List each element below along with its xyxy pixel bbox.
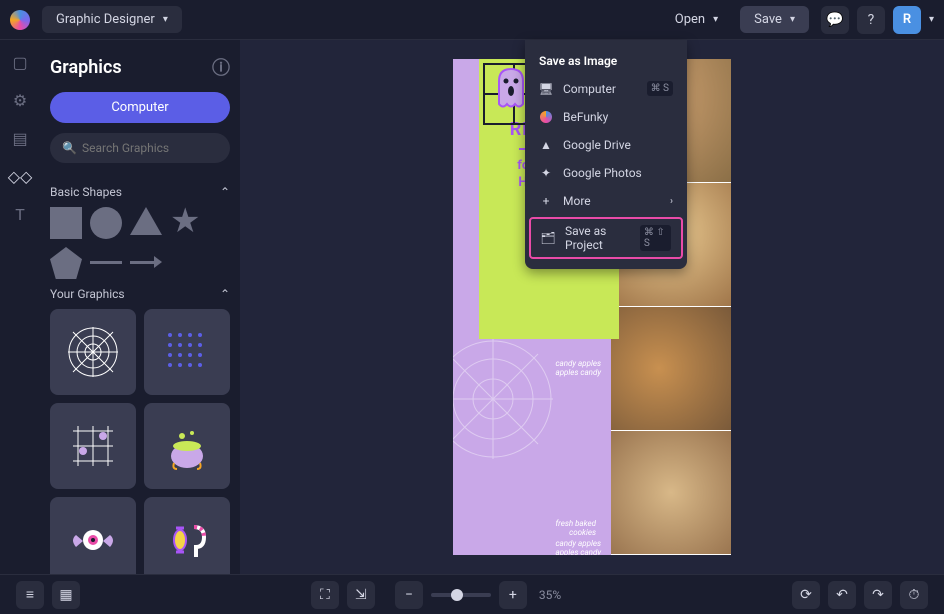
text-tool-icon[interactable]: T xyxy=(10,204,30,224)
image-caption: fresh baked cookies xyxy=(555,519,596,537)
panel-title: Graphics xyxy=(50,57,122,78)
open-button[interactable]: Open ▾ xyxy=(661,6,732,33)
graphics-panel: Graphics ⓘ Computer 🔍 Basic Shapes ⌃ ★ Y… xyxy=(40,40,240,574)
undo-icon[interactable]: ↶ xyxy=(828,581,856,609)
menu-item-google-photos[interactable]: ✦ Google Photos xyxy=(525,159,687,187)
arrow-shape[interactable] xyxy=(130,247,162,279)
google-photos-icon: ✦ xyxy=(539,166,553,180)
food-image xyxy=(611,307,731,431)
zoom-percentage: 35% xyxy=(539,588,561,602)
save-button[interactable]: Save ▾ xyxy=(740,6,809,33)
menu-item-save-project[interactable]: 🗂 Save as Project ⌘ ⇧ S xyxy=(529,217,683,259)
menu-section-header: Save as Image xyxy=(525,48,687,74)
refresh-icon[interactable]: ⟳ xyxy=(792,581,820,609)
adjust-tool-icon[interactable]: ⚙ xyxy=(10,90,30,110)
your-graphics-header[interactable]: Your Graphics ⌃ xyxy=(50,287,230,301)
menu-item-google-drive[interactable]: ▲ Google Drive xyxy=(525,131,687,159)
food-image xyxy=(611,431,731,555)
open-label: Open xyxy=(675,12,705,27)
save-dropdown-menu: Save as Image 🖥 Computer ⌘ S BeFunky ▲ G… xyxy=(525,40,687,269)
plus-icon: + xyxy=(539,194,553,208)
basic-shapes-header[interactable]: Basic Shapes ⌃ xyxy=(50,185,230,199)
befunky-icon xyxy=(539,110,553,124)
template-tool-icon[interactable]: ▤ xyxy=(10,128,30,148)
chevron-right-icon: › xyxy=(670,196,673,207)
bottom-toolbar: ≡ ▦ ⛶ ⇲ − + 35% ⟳ ↶ ↷ ⏱ xyxy=(0,574,944,614)
pentagon-shape[interactable] xyxy=(50,247,82,279)
shortcut-badge: ⌘ S xyxy=(647,81,673,96)
layers-icon[interactable]: ≡ xyxy=(16,581,44,609)
graphics-tool-icon[interactable]: ◇◇ xyxy=(10,166,30,186)
zoom-in-icon[interactable]: + xyxy=(499,581,527,609)
graphic-tile-spiderweb[interactable] xyxy=(50,309,136,395)
search-graphics-input[interactable] xyxy=(50,133,230,163)
app-mode-dropdown[interactable]: Graphic Designer ▾ xyxy=(42,6,182,33)
project-icon: 🗂 xyxy=(541,231,555,245)
menu-item-more[interactable]: + More › xyxy=(525,187,687,215)
computer-upload-button[interactable]: Computer xyxy=(50,92,230,123)
zoom-out-icon[interactable]: − xyxy=(395,581,423,609)
circle-shape[interactable] xyxy=(90,207,122,239)
graphic-tile-candy[interactable] xyxy=(144,497,230,574)
computer-icon: 🖥 xyxy=(539,82,553,96)
graphic-tile-dots[interactable] xyxy=(144,309,230,395)
chevron-down-icon: ▾ xyxy=(713,14,718,25)
app-mode-label: Graphic Designer xyxy=(56,12,155,27)
image-tool-icon[interactable]: ▢ xyxy=(10,52,30,72)
image-caption: candy apples apples candy xyxy=(555,359,601,377)
menu-item-befunky[interactable]: BeFunky xyxy=(525,103,687,131)
search-icon: 🔍 xyxy=(62,141,77,155)
redo-icon[interactable]: ↷ xyxy=(864,581,892,609)
triangle-shape[interactable] xyxy=(130,207,162,235)
star-shape[interactable]: ★ xyxy=(170,207,202,239)
chevron-up-icon: ⌃ xyxy=(220,287,230,301)
tool-rail: ▢ ⚙ ▤ ◇◇ T xyxy=(0,40,40,574)
app-logo-icon xyxy=(10,10,30,30)
grid-view-icon[interactable]: ▦ xyxy=(52,581,80,609)
chat-icon[interactable]: 💬 xyxy=(821,6,849,34)
graphic-tile-grid[interactable] xyxy=(50,403,136,489)
info-icon[interactable]: ⓘ xyxy=(212,54,230,80)
save-label: Save xyxy=(754,12,782,27)
image-caption: candy apples apples candy xyxy=(555,539,601,555)
line-shape[interactable] xyxy=(90,261,122,264)
square-shape[interactable] xyxy=(50,207,82,239)
fit-screen-icon[interactable]: ⇲ xyxy=(347,581,375,609)
google-drive-icon: ▲ xyxy=(539,138,553,152)
chevron-down-icon: ▾ xyxy=(163,14,168,25)
graphic-tile-cauldron[interactable] xyxy=(144,403,230,489)
user-avatar[interactable]: R xyxy=(893,6,921,34)
shortcut-badge: ⌘ ⇧ S xyxy=(640,225,671,251)
history-icon[interactable]: ⏱ xyxy=(900,581,928,609)
fullscreen-icon[interactable]: ⛶ xyxy=(311,581,339,609)
chevron-up-icon: ⌃ xyxy=(220,185,230,199)
graphic-tile-bat-eye[interactable] xyxy=(50,497,136,574)
chevron-down-icon[interactable]: ▾ xyxy=(929,14,934,25)
menu-item-computer[interactable]: 🖥 Computer ⌘ S xyxy=(525,74,687,103)
top-toolbar: Graphic Designer ▾ Open ▾ Save ▾ 💬 ? R ▾ xyxy=(0,0,944,40)
chevron-down-icon: ▾ xyxy=(790,14,795,25)
help-icon[interactable]: ? xyxy=(857,6,885,34)
zoom-slider[interactable] xyxy=(431,593,491,597)
